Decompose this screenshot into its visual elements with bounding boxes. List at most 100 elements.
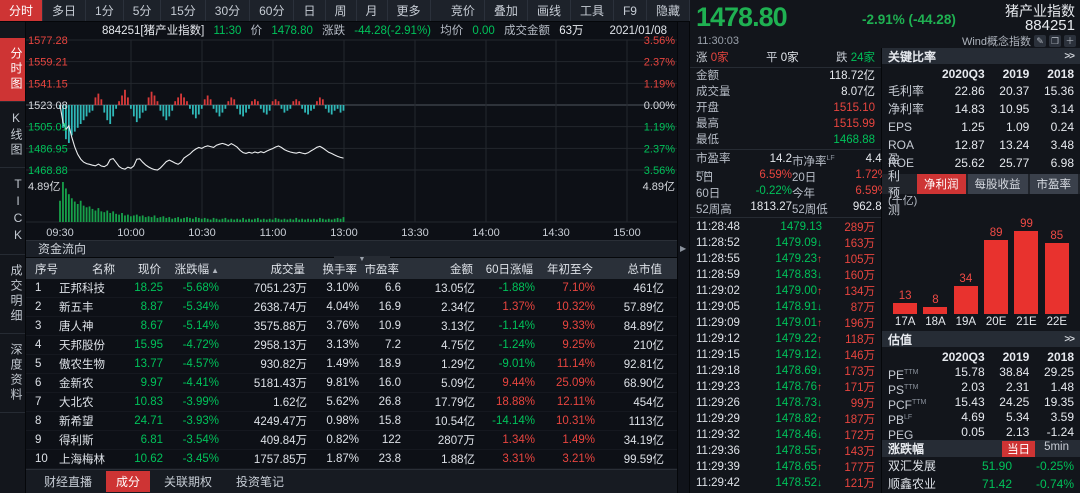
- table-row[interactable]: 4 天邦股份 15.95 -4.72% 2958.13万 3.13% 7.2 4…: [26, 336, 677, 355]
- tick-row[interactable]: 11:29:36 1478.55↑ 143万: [690, 443, 881, 459]
- tick-row[interactable]: 11:28:55 1479.23↑ 105万: [690, 251, 881, 267]
- bar-value-label: 8: [932, 294, 938, 306]
- forecast-bar[interactable]: [984, 240, 1008, 314]
- tick-row[interactable]: 11:29:23 1478.76↑ 171万: [690, 379, 881, 395]
- forecast-bar[interactable]: [1045, 243, 1069, 314]
- period-tab[interactable]: 30分: [206, 0, 250, 21]
- period-tab[interactable]: 月: [357, 0, 388, 21]
- movers-tab[interactable]: 当日: [1002, 441, 1035, 457]
- tool-item[interactable]: 叠加: [485, 0, 528, 21]
- tick-row[interactable]: 11:29:05 1478.91↓ 87万: [690, 299, 881, 315]
- bottom-tab[interactable]: 财经直播: [34, 471, 102, 492]
- funds-flow-tab[interactable]: 资金流向 ▼: [26, 240, 677, 258]
- forecast-tab[interactable]: 净利润: [917, 174, 966, 194]
- sidebar-item-label: 深度资料: [9, 343, 23, 403]
- tick-row[interactable]: 11:29:39 1478.65↑ 177万: [690, 459, 881, 475]
- bottom-tab[interactable]: 成分: [106, 471, 150, 492]
- sidebar-item[interactable]: TICK: [0, 168, 25, 255]
- tick-row[interactable]: 11:29:15 1479.12↓ 146万: [690, 347, 881, 363]
- tick-time: 11:29:29: [696, 413, 752, 425]
- tick-row[interactable]: 11:29:32 1478.46↓ 172万: [690, 427, 881, 443]
- mover-row[interactable]: 顺鑫农业 71.42 -0.74%: [882, 475, 1080, 493]
- period-tab[interactable]: 日: [294, 0, 325, 21]
- period-tab[interactable]: 5分: [124, 0, 162, 21]
- table-header-cell[interactable]: 年初至今: [547, 261, 599, 277]
- table-row[interactable]: 10 上海梅林 10.62 -3.45% 1757.85万 1.87% 23.8…: [26, 450, 677, 469]
- table-header-cell[interactable]: 涨跌幅▲: [175, 261, 223, 277]
- sidebar-item[interactable]: 深度资料: [0, 334, 25, 413]
- tick-row[interactable]: 11:29:42 1478.52↓ 121万: [690, 475, 881, 491]
- collapse-handle-icon[interactable]: ▼: [334, 256, 390, 264]
- ratio-v2: 20.37: [985, 82, 1030, 100]
- forecast-bar[interactable]: [893, 303, 917, 314]
- period-tab[interactable]: 60分: [250, 0, 294, 21]
- tick-row[interactable]: 11:28:48 1479.13 289万: [690, 219, 881, 235]
- forecast-bar[interactable]: [923, 307, 947, 314]
- tool-item[interactable]: 画线: [528, 0, 571, 21]
- tool-item[interactable]: 竞价: [442, 0, 485, 21]
- tick-row[interactable]: 11:29:29 1478.82↑ 187万: [690, 411, 881, 427]
- tick-row[interactable]: 11:29:12 1479.22↑ 118万: [690, 331, 881, 347]
- table-header-cell[interactable]: 名称: [92, 261, 121, 277]
- period-tab[interactable]: 15分: [161, 0, 205, 21]
- table-header-cell[interactable]: 现价: [138, 261, 167, 277]
- valuation-more-icon[interactable]: >>: [1064, 334, 1074, 345]
- sidebar-item[interactable]: 成交明细: [0, 255, 25, 334]
- bottom-tab-label: 关联期权: [164, 475, 212, 489]
- tick-row[interactable]: 11:29:09 1479.01↑ 196万: [690, 315, 881, 331]
- table-header-cell[interactable]: 总市值: [628, 261, 669, 277]
- splitter-arrow-icon[interactable]: ▶: [680, 244, 686, 253]
- key-ratios-more-icon[interactable]: >>: [1064, 51, 1074, 62]
- period-tab-label: 1分: [95, 2, 114, 19]
- forecast-bar[interactable]: [1014, 231, 1038, 314]
- valuation-row: PETTM 15.78 38.84 29.25: [882, 365, 1080, 380]
- edit-icon[interactable]: ✎: [1034, 35, 1046, 47]
- sidebar-item[interactable]: 分时图: [0, 38, 25, 102]
- tick-row[interactable]: 11:28:59 1478.83↓ 160万: [690, 267, 881, 283]
- cell-turnover: 5.62%: [326, 396, 363, 408]
- forecast-tab[interactable]: 每股收益: [968, 174, 1028, 194]
- add-icon[interactable]: ＋: [1064, 35, 1076, 47]
- forecast-bar[interactable]: [954, 286, 978, 314]
- table-row[interactable]: 7 大北农 10.83 -3.99% 1.62亿 5.62% 26.8 17.7…: [26, 393, 677, 412]
- intraday-plot[interactable]: 1577.281559.211541.151523.081505.011486.…: [26, 40, 677, 240]
- table-header-cell[interactable]: 序号: [29, 261, 60, 277]
- table-row[interactable]: 3 唐人神 8.67 -5.14% 3575.88万 3.76% 10.9 3.…: [26, 317, 677, 336]
- period-tab[interactable]: 1分: [86, 0, 124, 21]
- bottom-tab[interactable]: 关联期权: [154, 471, 222, 492]
- tick-time: 11:28:48: [696, 221, 752, 233]
- period-tab[interactable]: 多日: [43, 0, 86, 21]
- forecast-category: 18A: [920, 316, 950, 328]
- table-row[interactable]: 6 金新农 9.97 -4.41% 5181.43万 9.81% 16.0 5.…: [26, 374, 677, 393]
- forecast-tab[interactable]: 市盈率: [1030, 174, 1079, 194]
- tool-item[interactable]: F9: [614, 0, 647, 21]
- period-tab[interactable]: 周: [326, 0, 357, 21]
- table-header-cell[interactable]: 成交量: [271, 261, 312, 277]
- bottom-tab[interactable]: 投资笔记: [226, 471, 294, 492]
- tick-row[interactable]: 11:29:02 1479.00↑ 134万: [690, 283, 881, 299]
- period-tab[interactable]: 更多: [388, 0, 431, 21]
- stat-row: 金额 118.72亿: [690, 68, 881, 84]
- movers-tab[interactable]: 5min: [1039, 441, 1074, 457]
- tick-row[interactable]: 11:29:18 1478.69↓ 173万: [690, 363, 881, 379]
- tick-row[interactable]: 11:29:26 1478.73↓ 99万: [690, 395, 881, 411]
- period-tab[interactable]: 分时: [0, 0, 43, 21]
- table-header-cell[interactable]: 60日涨幅: [486, 261, 539, 277]
- overlay-icon[interactable]: ❐: [1049, 35, 1061, 47]
- tool-item[interactable]: 隐藏: [647, 0, 690, 21]
- table-row[interactable]: 9 得利斯 6.81 -3.54% 409.84万 0.82% 122 2807…: [26, 431, 677, 450]
- table-row[interactable]: 1 正邦科技 18.25 -5.68% 7051.23万 3.10% 6.6 1…: [26, 279, 677, 298]
- table-row[interactable]: 8 新希望 24.71 -3.93% 4249.47万 0.98% 15.8 1…: [26, 412, 677, 431]
- sidebar-item[interactable]: K线图: [0, 102, 25, 168]
- stat-value: 1515.10: [833, 100, 875, 116]
- table-header-cell[interactable]: 金额: [450, 261, 479, 277]
- period-tab-label: 多日: [52, 2, 76, 19]
- tool-item[interactable]: 工具: [571, 0, 614, 21]
- tick-row[interactable]: 11:28:52 1479.09↓ 163万: [690, 235, 881, 251]
- panel-splitter[interactable]: ▶: [677, 22, 690, 493]
- table-row[interactable]: 5 傲农生物 13.77 -4.57% 930.82万 1.49% 18.9 1…: [26, 355, 677, 374]
- table-row[interactable]: 2 新五丰 8.87 -5.34% 2638.74万 4.04% 16.9 2.…: [26, 298, 677, 317]
- stat-label: 最高: [696, 116, 719, 132]
- cell-pe: 122: [382, 434, 405, 446]
- mover-row[interactable]: 双汇发展 51.90 -0.25%: [882, 457, 1080, 475]
